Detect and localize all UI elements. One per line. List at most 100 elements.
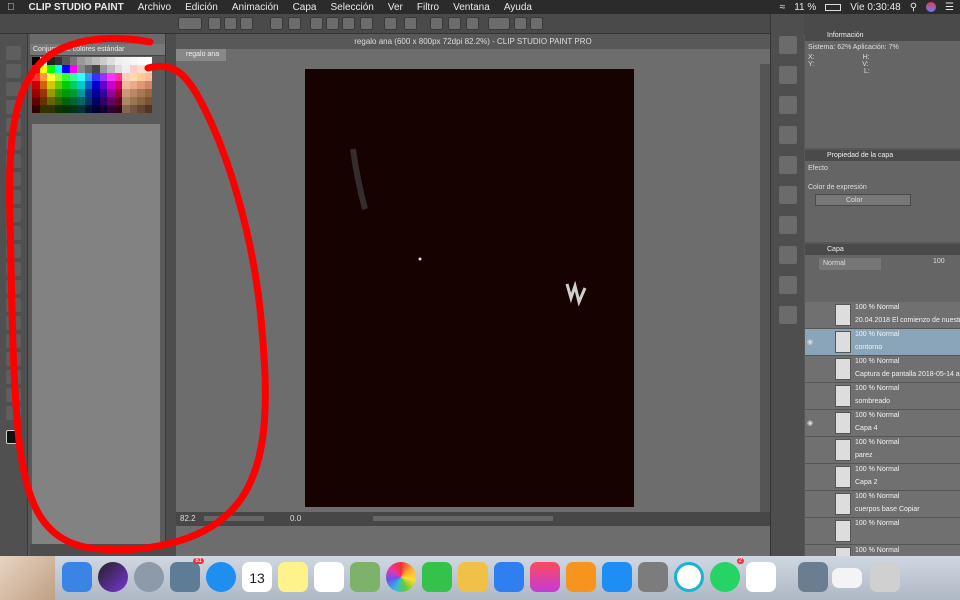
color-swatch[interactable] [144, 97, 152, 105]
move-layer-tool-icon[interactable] [6, 100, 21, 114]
color-swatch[interactable] [39, 105, 47, 113]
color-swatch[interactable] [47, 65, 55, 73]
eye-icon[interactable] [807, 437, 819, 464]
color-swatch[interactable] [144, 89, 152, 97]
menu-ver[interactable]: Ver [381, 2, 410, 13]
color-swatch[interactable] [69, 57, 77, 65]
color-swatch[interactable] [69, 105, 77, 113]
battery-icon[interactable] [825, 3, 842, 11]
color-swatch[interactable] [107, 81, 115, 89]
eye-icon[interactable] [807, 491, 819, 518]
itunes-icon[interactable] [530, 562, 560, 592]
pen-tool-icon[interactable] [6, 172, 21, 186]
app-store-icon[interactable] [602, 562, 632, 592]
layer-row[interactable]: 100 % Normal 20.04.2018 El comienzo de nu… [805, 302, 960, 329]
color-swatch[interactable] [99, 81, 107, 89]
launchpad-icon[interactable] [134, 562, 164, 592]
menu-archivo[interactable]: Archivo [131, 2, 178, 13]
save-icon[interactable] [240, 17, 253, 30]
maps-icon[interactable] [350, 562, 380, 592]
list-icon[interactable]: ☰ [945, 2, 954, 13]
zoom-tool-icon[interactable] [6, 46, 21, 60]
color-swatch[interactable] [137, 57, 145, 65]
clip-studio-icon[interactable] [746, 562, 776, 592]
color-swatch[interactable] [114, 73, 122, 81]
clip-studio-assets-icon[interactable] [514, 17, 527, 30]
opacity-value[interactable]: 100 [933, 258, 945, 265]
color-swatch[interactable] [122, 65, 130, 73]
color-swatch[interactable] [114, 89, 122, 97]
color-swatch[interactable] [54, 81, 62, 89]
color-swatch[interactable] [62, 81, 70, 89]
color-swatch[interactable] [32, 105, 40, 113]
color-swatch[interactable] [62, 73, 70, 81]
color-swatch[interactable] [107, 89, 115, 97]
color-swatch[interactable] [137, 89, 145, 97]
eye-icon[interactable] [807, 464, 819, 491]
trash-icon[interactable] [870, 562, 900, 592]
color-swatch[interactable] [69, 65, 77, 73]
auto-select-tool-icon[interactable] [6, 136, 21, 150]
photos-app-icon[interactable]: 81 [170, 558, 204, 592]
color-swatch[interactable] [84, 97, 92, 105]
color-swatch[interactable] [77, 105, 85, 113]
color-swatch[interactable] [129, 105, 137, 113]
expression-color-select[interactable]: Color [815, 194, 911, 206]
color-swatch[interactable] [62, 57, 70, 65]
menu-animacion[interactable]: Animación [225, 2, 286, 13]
layer-row[interactable]: 100 % Normal cuerpos base Copiar [805, 491, 960, 518]
color-swatch[interactable] [39, 65, 47, 73]
color-swatch[interactable] [99, 105, 107, 113]
siri-icon[interactable] [98, 562, 128, 592]
layer-property-icon[interactable] [779, 246, 797, 264]
deselect-icon[interactable] [384, 17, 397, 30]
color-swatch[interactable] [77, 81, 85, 89]
pencil-tool-icon[interactable] [6, 190, 21, 204]
downloads-stack-icon[interactable] [798, 562, 828, 592]
color-swatch[interactable] [62, 89, 70, 97]
color-swatch[interactable] [99, 57, 107, 65]
redo-icon[interactable] [288, 17, 301, 30]
vertical-scrollbar[interactable] [760, 64, 770, 512]
color-swatch[interactable] [62, 65, 70, 73]
airbrush-tool-icon[interactable] [6, 226, 21, 240]
menu-capa[interactable]: Capa [286, 2, 324, 13]
system-preferences-icon[interactable] [638, 562, 668, 592]
menu-ayuda[interactable]: Ayuda [497, 2, 539, 13]
color-swatch[interactable] [137, 105, 145, 113]
wacom-icon[interactable] [674, 562, 704, 592]
notes-icon[interactable] [278, 562, 308, 592]
color-swatch[interactable] [32, 97, 40, 105]
menu-ventana[interactable]: Ventana [446, 2, 497, 13]
color-swatch[interactable] [32, 81, 40, 89]
color-swatch[interactable] [47, 105, 55, 113]
color-swatch[interactable] [92, 65, 100, 73]
layer-property-title[interactable]: Propiedad de la capa [805, 150, 960, 161]
color-swatch[interactable] [69, 97, 77, 105]
color-swatch[interactable] [32, 73, 40, 81]
color-swatch[interactable] [99, 65, 107, 73]
color-swatch[interactable] [47, 89, 55, 97]
help-icon[interactable] [488, 17, 510, 30]
eye-icon[interactable]: ◉ [807, 410, 819, 437]
color-swatch[interactable] [54, 57, 62, 65]
color-swatch[interactable] [129, 81, 137, 89]
animation-icon[interactable] [779, 306, 797, 324]
color-swatch[interactable] [114, 105, 122, 113]
undo-icon[interactable] [270, 17, 283, 30]
brush-size-icon[interactable] [779, 216, 797, 234]
color-swatch[interactable] [92, 73, 100, 81]
color-swatch-grid[interactable] [32, 57, 158, 113]
color-swatch[interactable] [122, 81, 130, 89]
eye-icon[interactable]: ◉ [807, 329, 819, 356]
photos-icon[interactable] [386, 562, 416, 592]
color-swatch[interactable] [54, 105, 62, 113]
color-swatch[interactable] [114, 65, 122, 73]
layer-panel-title[interactable]: Capa [805, 244, 960, 255]
checker-material-icon[interactable] [779, 126, 797, 144]
history-icon[interactable] [779, 156, 797, 174]
color-swatch[interactable] [32, 89, 40, 97]
eye-icon[interactable] [807, 302, 819, 329]
color-swatch[interactable] [92, 89, 100, 97]
hand-tool-icon[interactable] [6, 64, 21, 78]
